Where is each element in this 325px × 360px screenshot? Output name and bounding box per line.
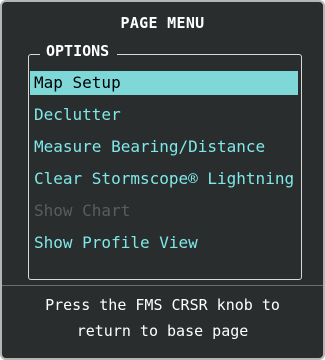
menu-item-measure-bearing-distance[interactable]: Measure Bearing/Distance	[30, 135, 298, 159]
menu-item-clear-stormscope-lightning[interactable]: Clear Stormscope® Lightning	[30, 167, 298, 191]
menu-item-show-profile-view[interactable]: Show Profile View	[30, 231, 298, 255]
page-menu-title: PAGE MENU	[120, 14, 205, 32]
footer-line-1: Press the FMS CRSR knob to	[45, 296, 280, 314]
page-menu-window: PAGE MENU OPTIONS Map Setup Declutter Me…	[0, 0, 325, 360]
footer-divider	[2, 285, 323, 286]
options-menu: Map Setup Declutter Measure Bearing/Dist…	[30, 71, 298, 263]
footer-instructions: Press the FMS CRSR knob to return to bas…	[2, 292, 323, 344]
menu-item-map-setup[interactable]: Map Setup	[30, 71, 298, 95]
footer-line-2: return to base page	[76, 322, 249, 340]
menu-item-show-chart: Show Chart	[34, 201, 131, 220]
options-label: OPTIONS	[40, 42, 118, 60]
menu-item-declutter[interactable]: Declutter	[30, 103, 298, 127]
